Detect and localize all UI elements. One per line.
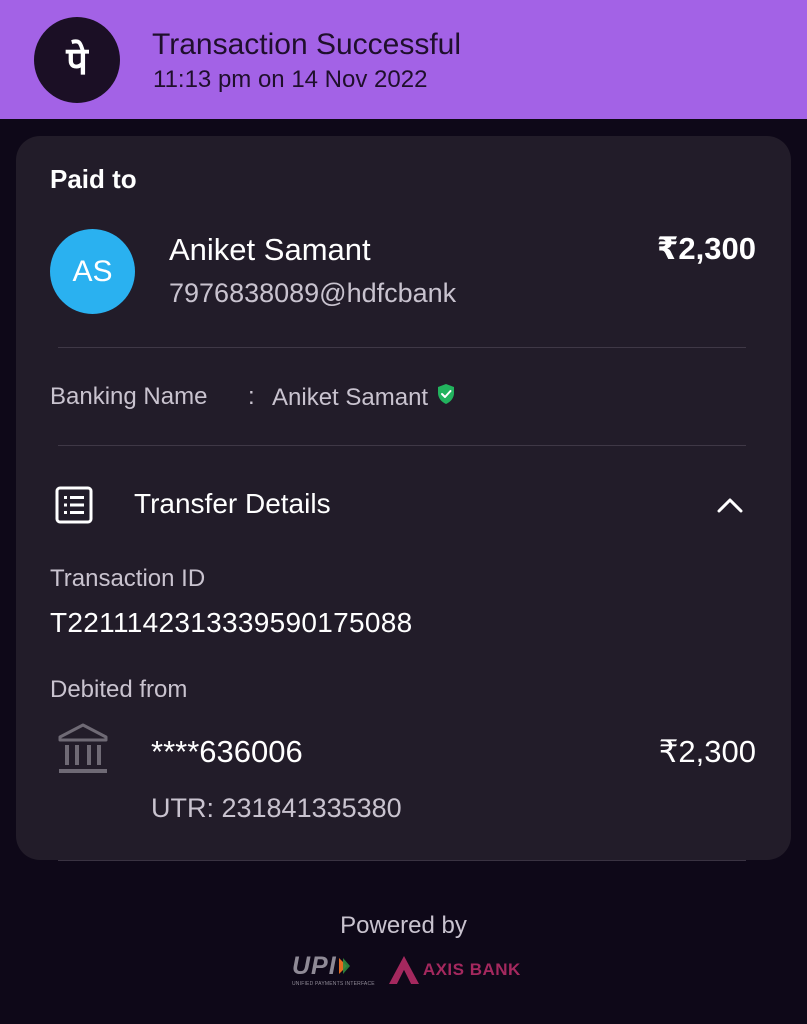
banking-name-separator: : — [248, 383, 255, 410]
debited-amount: ₹2,300 — [658, 734, 756, 769]
banking-name-row: Aniket Samant — [272, 383, 456, 412]
upi-logo: UPI UNIFIED PAYMENTS INTERFACE — [292, 951, 375, 987]
phonepe-logo-icon: पे — [34, 17, 120, 103]
transfer-details-label[interactable]: Transfer Details — [134, 488, 331, 520]
paid-to-label: Paid to — [50, 164, 137, 194]
transaction-id-label: Transaction ID — [50, 565, 206, 592]
bank-icon — [56, 721, 110, 777]
transaction-id-value[interactable]: T2211142313339590175088 — [50, 607, 412, 639]
divider — [58, 445, 746, 446]
header-bar: पे Transaction Successful 11:13 pm on 14… — [0, 0, 807, 119]
paid-amount: ₹2,300 — [656, 231, 756, 266]
powered-by-label: Powered by — [340, 912, 467, 939]
payee-upi-id: 7976838089@hdfcbank — [169, 278, 457, 308]
avatar-initials: AS — [72, 254, 113, 288]
axis-bank-name: AXIS BANK — [422, 960, 521, 979]
chevron-up-icon[interactable] — [714, 490, 746, 522]
verified-shield-icon — [436, 383, 456, 412]
divider — [58, 347, 746, 348]
footer-divider — [58, 860, 746, 861]
page-title: Transaction Successful — [152, 28, 462, 61]
partner-logos: UPI UNIFIED PAYMENTS INTERFACE AXIS BANK — [292, 950, 532, 990]
banking-name-value: Aniket Samant — [272, 383, 429, 411]
debited-account-number: ****636006 — [151, 734, 303, 769]
upi-logo-text: UPI — [292, 951, 337, 980]
transaction-timestamp: 11:13 pm on 14 Nov 2022 — [153, 66, 428, 93]
banking-name-label: Banking Name — [50, 383, 208, 410]
avatar[interactable]: AS — [50, 229, 135, 314]
logo-glyph: पे — [65, 39, 89, 83]
debited-from-label: Debited from — [50, 676, 188, 703]
axis-bank-icon — [388, 956, 419, 984]
transaction-card: Paid to AS Aniket Samant 7976838089@hdfc… — [16, 136, 791, 860]
payee-name: Aniket Samant — [169, 232, 371, 267]
receipt-list-icon — [54, 485, 94, 525]
axis-bank-logo: AXIS BANK — [387, 954, 521, 986]
utr-number[interactable]: UTR: 231841335380 — [151, 793, 402, 824]
upi-tagline: UNIFIED PAYMENTS INTERFACE — [292, 980, 375, 987]
upi-arrow-icon — [338, 958, 350, 974]
